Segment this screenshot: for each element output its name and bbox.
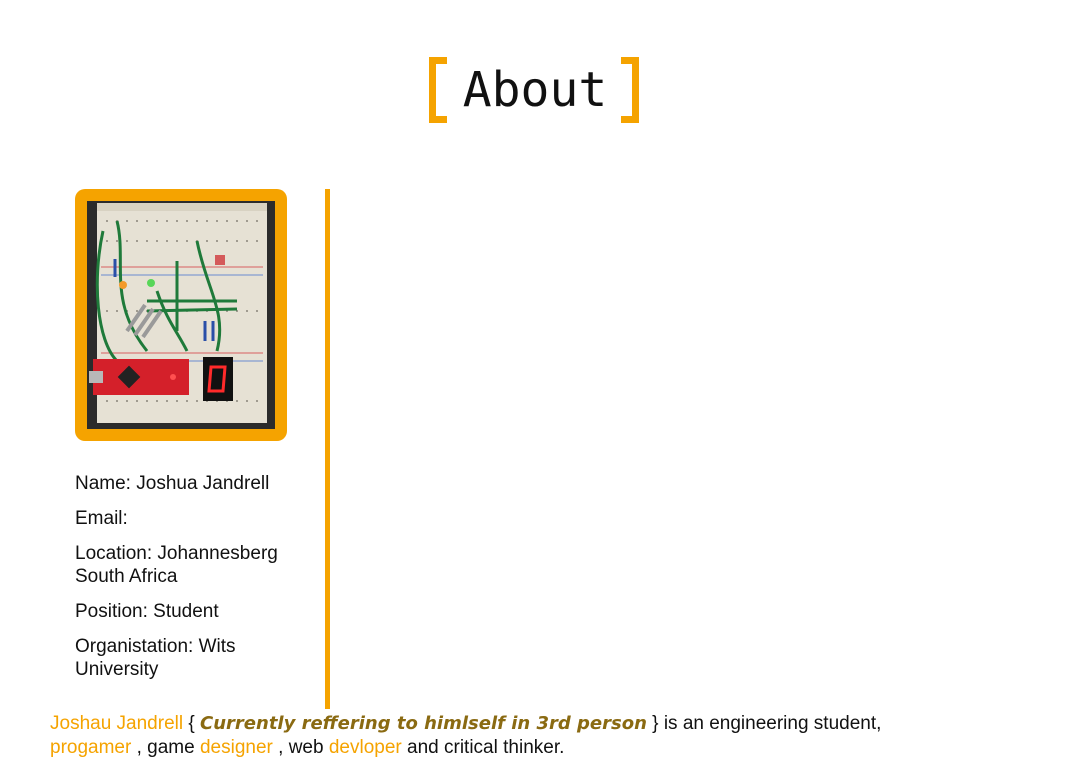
info-name: Name: Joshua Jandrell: [75, 472, 305, 495]
info-label: Position:: [75, 601, 148, 622]
bio-aside: Currently reffering to himlself in 3rd p…: [200, 713, 647, 734]
bio-paragraph: Joshau Jandrell { Currently reffering to…: [50, 712, 1010, 760]
info-email: Email:: [75, 507, 305, 530]
bio-role-designer: designer: [199, 737, 273, 758]
bio-text: , web: [278, 737, 324, 758]
vertical-divider: [325, 189, 330, 709]
info-location: Location: Johannesberg South Africa: [75, 542, 305, 588]
about-page: About Name: Joshua Jandrell Email: Locat…: [0, 0, 1068, 775]
breadboard-circuit-image: [87, 201, 275, 429]
bio-role-devloper: devloper: [328, 737, 402, 758]
page-title: About: [462, 62, 608, 118]
bio-text: is an engineering student,: [663, 713, 882, 734]
info-value: Student: [153, 601, 219, 622]
info-organisation: Organistation: Wits University: [75, 635, 305, 681]
profile-photo-frame: [75, 189, 287, 441]
left-bracket-decoration: [428, 57, 447, 123]
info-position: Position: Student: [75, 600, 305, 623]
bio-name: Joshau Jandrell: [50, 713, 184, 734]
brace-close: }: [652, 713, 659, 734]
info-label: Location:: [75, 543, 153, 564]
profile-photo: [87, 201, 275, 429]
right-bracket-decoration: [621, 57, 640, 123]
info-label: Organistation:: [75, 636, 194, 657]
bio-text: and critical thinker.: [407, 737, 565, 758]
info-label: Email:: [75, 508, 128, 529]
info-label: Name:: [75, 473, 131, 494]
bio-text: , game: [136, 737, 195, 758]
brace-open: {: [188, 713, 195, 734]
bio-role-progamer: progamer: [50, 737, 132, 758]
info-value: Joshua Jandrell: [136, 473, 270, 494]
profile-info-list: Name: Joshua Jandrell Email: Location: J…: [75, 472, 305, 693]
about-heading: About: [0, 50, 1068, 130]
